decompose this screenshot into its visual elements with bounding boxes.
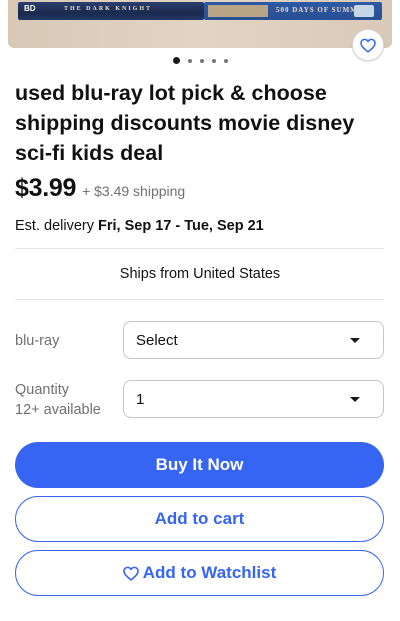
500-days-bluray-case: 500 DAYS OF SUMMER [204,2,382,20]
chevron-down-icon [350,397,360,402]
buy-it-now-label: Buy It Now [155,455,244,474]
chevron-down-icon [350,338,360,343]
divider [15,248,384,249]
quantity-select-value: 1 [136,390,145,408]
gallery-dot-active[interactable] [172,57,180,64]
bluray-logo: BD [24,4,36,13]
add-to-watchlist-label: Add to Watchlist [142,563,277,582]
add-to-watchlist-button[interactable]: Add to Watchlist [15,550,384,596]
gallery-pagination [0,57,400,64]
gallery-dot[interactable] [199,58,204,63]
add-to-cart-label: Add to cart [154,509,245,528]
quantity-label-text: Quantity [15,382,69,398]
divider [15,299,384,300]
ships-from: Ships from United States [119,266,281,282]
add-to-cart-button[interactable]: Add to cart [15,496,384,542]
quantity-available: 12+ available [15,402,101,418]
format-select-value: Select [136,331,178,349]
price-row: $3.99 + $3.49 shipping [15,174,185,203]
delivery-prefix: Est. delivery [15,218,98,234]
listing-title: used blu-ray lot pick & choose shipping … [15,81,355,165]
quantity-select[interactable]: 1 [123,380,384,418]
heart-outline-icon [122,566,139,581]
gallery-dot[interactable] [223,58,228,63]
delivery-dates: Fri, Sep 17 - Tue, Sep 21 [98,218,264,234]
format-label: blu-ray [15,333,60,349]
case-title-left: THE DARK KNIGHT [64,6,153,12]
estimated-delivery: Est. delivery Fri, Sep 17 - Tue, Sep 21 [15,218,264,234]
heart-outline-icon [360,38,376,53]
product-image[interactable]: BD THE DARK KNIGHT 500 DAYS OF SUMMER [8,0,392,48]
buy-it-now-button[interactable]: Buy It Now [15,442,384,488]
gallery-dot[interactable] [211,58,216,63]
case-photo-strip [208,5,268,17]
quantity-label: Quantity 12+ available [15,380,101,420]
item-price: $3.99 [15,174,77,202]
format-select[interactable]: Select [123,321,384,359]
case-tag [354,5,374,17]
shipping-cost: + $3.49 shipping [82,183,186,199]
dark-knight-bluray-case: BD THE DARK KNIGHT [18,2,204,20]
gallery-dot[interactable] [187,58,192,63]
